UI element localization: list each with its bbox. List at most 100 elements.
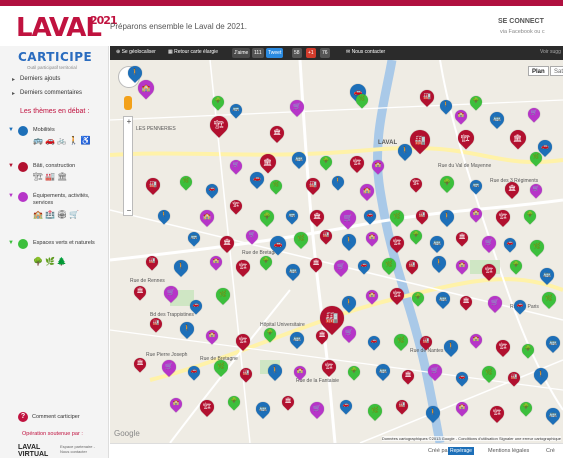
tweet-count: 58 <box>292 48 302 58</box>
partner-logo[interactable]: LAVAL VIRTUAL <box>18 444 50 458</box>
marker-glyph-icon: 🏭 <box>325 311 339 324</box>
carticipe-logo[interactable]: CARTICIPE <box>18 50 92 64</box>
like-count: 111 <box>252 48 264 58</box>
how-to-participate-link[interactable]: Comment carticiper <box>32 414 80 420</box>
marker-glyph-icon: 🚶 <box>334 178 342 185</box>
marker-glyph-icon: 🚌 <box>433 238 441 246</box>
expand-arrow-icon[interactable]: ▼ <box>8 127 14 133</box>
zoom-out-button[interactable]: − <box>124 206 134 215</box>
menu-latest-comments[interactable]: Derniers commentaires <box>12 90 82 97</box>
marker-glyph-icon: 🌳 <box>414 294 422 301</box>
marker-glyph-icon: 🌿 <box>385 260 393 268</box>
expand-arrow-icon[interactable]: ▼ <box>8 240 14 246</box>
back-to-map-button[interactable]: ▦ Retour carte élargie <box>168 49 218 55</box>
marker-glyph-icon: 🌳 <box>522 404 530 411</box>
zoom-in-button[interactable]: + <box>124 117 134 126</box>
marker-glyph-icon: 🛒 <box>313 404 321 412</box>
marker-glyph-icon: 🏗 <box>461 133 471 143</box>
legal-link[interactable]: Mentions légales <box>488 448 529 454</box>
marker-glyph-icon: 🌳 <box>266 330 274 337</box>
view-suggestions[interactable]: Voir sugg <box>540 49 561 55</box>
marker-glyph-icon: 🛒 <box>343 213 353 223</box>
search-icon <box>18 162 28 172</box>
contact-button[interactable]: ✉ Nous contacter <box>346 49 385 55</box>
marker-glyph-icon: 🌿 <box>533 242 541 250</box>
creator-badge[interactable]: Repérage <box>448 447 474 455</box>
theme-category-icons[interactable]: 🏗🏭🏛 <box>33 172 69 181</box>
marker-glyph-icon: 🚶 <box>345 298 353 306</box>
marker-glyph-icon: 🏭 <box>408 262 416 269</box>
marker-glyph-icon: 🚗 <box>458 374 466 381</box>
expand-arrow-icon[interactable]: ▼ <box>8 163 14 169</box>
marker-glyph-icon: 🏭 <box>149 180 157 188</box>
map-attribution[interactable]: Données cartographiques ©2013 Google - C… <box>381 436 561 441</box>
theme-category-icons[interactable]: 🌳🌿🌲 <box>33 257 69 266</box>
marker-glyph-icon: 🏛 <box>318 332 326 339</box>
marker-glyph-icon: 🌳 <box>322 158 330 165</box>
search-icon <box>18 192 28 202</box>
menu-latest-additions[interactable]: Derniers ajouts <box>12 76 60 83</box>
theme-category-icons[interactable]: 🏫🏥🏟🛒 <box>33 210 81 219</box>
marker-glyph-icon: 🌳 <box>350 368 358 375</box>
marker-glyph-icon: 🏫 <box>212 258 220 265</box>
google-logo: Google <box>114 429 140 438</box>
marker-glyph-icon: 🚶 <box>443 212 451 220</box>
marker-glyph-icon: 🌳 <box>443 178 451 186</box>
zoom-slider[interactable]: + − <box>123 116 133 216</box>
laval-logo[interactable]: LAVAL 2021 <box>16 13 118 43</box>
marker-glyph-icon: 🏗 <box>324 362 333 370</box>
map-type-satellite-button[interactable]: Sat <box>550 66 563 76</box>
marker-glyph-icon: 🛒 <box>431 366 439 374</box>
marker-glyph-icon: 🚌 <box>549 410 557 418</box>
connect-button[interactable]: SE CONNECT <box>498 18 544 25</box>
theme-label: Mobilités <box>33 127 55 133</box>
marker-glyph-icon: 🏭 <box>510 374 518 381</box>
marker-glyph-icon: 🏫 <box>368 234 376 241</box>
marker-glyph-icon: 🚶 <box>435 258 443 266</box>
marker-glyph-icon: 🏫 <box>472 336 480 343</box>
search-icon <box>18 239 28 249</box>
map-type-plan-button[interactable]: Plan <box>528 66 549 76</box>
marker-glyph-icon: 🌿 <box>532 154 540 161</box>
marker-glyph-icon: 🏫 <box>172 400 180 407</box>
map-canvas[interactable]: Plan Sat + − LES PENNERIES LAVAL Rue du … <box>110 60 563 443</box>
theme-label: Bâti, construction <box>33 163 76 169</box>
marker-glyph-icon: 🏗 <box>238 336 247 344</box>
marker-glyph-icon: 🌿 <box>485 368 493 376</box>
like-button[interactable]: J'aime <box>232 48 251 58</box>
theme-category-icons[interactable]: 🚌🚗🚲🚶♿ <box>33 136 93 145</box>
marker-glyph-icon: 🚌 <box>259 404 267 412</box>
marker-glyph-icon: 🚗 <box>253 174 261 182</box>
marker-glyph-icon: 🛒 <box>337 262 345 270</box>
marker-glyph-icon: 🌿 <box>297 234 305 242</box>
marker-glyph-icon: 🏗 <box>352 158 361 166</box>
marker-glyph-icon: 🏭 <box>414 134 426 145</box>
geolocate-label: Se géolocaliser <box>121 49 156 55</box>
marker-glyph-icon: 🚌 <box>472 182 480 189</box>
support-label: Opération soutenue par : <box>22 431 83 437</box>
marker-glyph-icon: 🚶 <box>177 262 185 270</box>
theme-label: Espaces verts et naturels <box>33 240 95 246</box>
expand-arrow-icon[interactable]: ▼ <box>8 193 14 199</box>
marker-glyph-icon: 🏗 <box>392 290 401 298</box>
marker-glyph-icon: 🏛 <box>222 238 231 246</box>
marker-glyph-icon: 🏭 <box>418 212 426 219</box>
credits-link[interactable]: Cré <box>546 448 555 454</box>
gplus-button[interactable]: +1 <box>306 48 316 58</box>
marker-glyph-icon: 🌿 <box>217 362 225 370</box>
marker-glyph-icon: 🛒 <box>293 102 301 110</box>
marker-glyph-icon: 🏫 <box>472 210 480 217</box>
marker-glyph-icon: 🚗 <box>208 186 216 193</box>
help-icon[interactable]: ? <box>18 412 28 422</box>
tagline: Préparons ensemble le Laval de 2021. <box>110 22 247 31</box>
geolocate-button[interactable]: ⊕ Se géolocaliser <box>116 49 156 55</box>
street-view-pegman-icon[interactable] <box>124 96 132 110</box>
logo-text: LAVAL <box>16 13 102 43</box>
marker-glyph-icon: 🌿 <box>219 290 227 298</box>
partner-links[interactable]: Espace partenaire - Nous contacter <box>60 444 100 454</box>
tweet-button[interactable]: Tweet <box>266 48 284 58</box>
marker-glyph-icon: 🚌 <box>543 270 551 278</box>
marker-glyph-icon: 🏫 <box>141 83 151 93</box>
marker-glyph-icon: 🏭 <box>152 320 160 327</box>
marker-glyph-icon: 🏫 <box>296 368 304 375</box>
